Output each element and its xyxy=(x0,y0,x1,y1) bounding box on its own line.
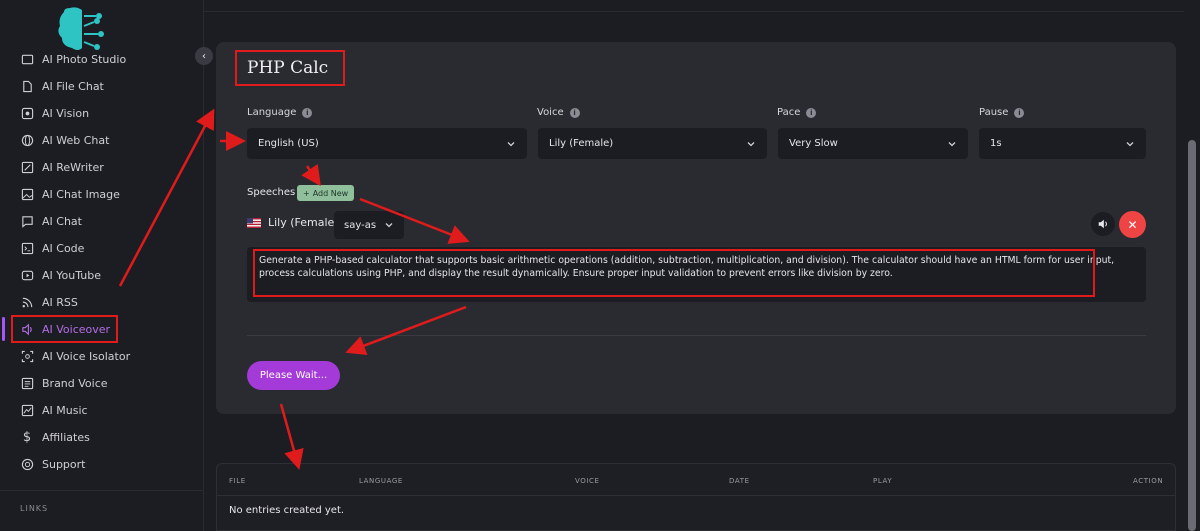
pace-label: Pace i xyxy=(777,107,817,118)
language-label: Language i xyxy=(247,107,313,118)
info-icon[interactable]: i xyxy=(302,107,313,118)
column-header-action: ACTION xyxy=(1133,477,1164,485)
support-icon xyxy=(20,457,34,471)
sidebar-item-label: AI Chat xyxy=(42,214,82,228)
page-title: PHP Calc xyxy=(235,50,345,86)
table-header-divider xyxy=(217,495,1175,496)
sidebar-item-ai-chat-image[interactable]: AI Chat Image xyxy=(20,183,120,205)
isolator-icon xyxy=(20,349,34,363)
dollar-icon: $ xyxy=(22,429,32,445)
sidebar-item-label: AI YouTube xyxy=(42,268,101,282)
column-header-date: DATE xyxy=(729,477,750,485)
volume-icon xyxy=(1098,219,1107,229)
code-icon xyxy=(20,241,34,255)
photo-icon xyxy=(20,52,34,66)
speaker-row: Lily (Female) xyxy=(247,216,339,229)
speaker-name: Lily (Female) xyxy=(268,216,339,229)
sidebar-item-label: AI Voice Isolator xyxy=(42,349,131,363)
entries-table xyxy=(216,463,1176,531)
globe-icon xyxy=(20,133,34,147)
sidebar-item-ai-photo-studio[interactable]: AI Photo Studio xyxy=(20,48,126,70)
voice-select[interactable]: Lily (Female) xyxy=(538,128,767,159)
chevron-down-icon xyxy=(507,141,515,146)
voice-label: Voice i xyxy=(537,107,580,118)
music-icon xyxy=(20,403,34,417)
sidebar-item-ai-web-chat[interactable]: AI Web Chat xyxy=(20,129,109,151)
add-new-button[interactable]: + Add New xyxy=(297,185,355,201)
info-icon[interactable]: i xyxy=(569,107,580,118)
sidebar-item-ai-file-chat[interactable]: AI File Chat xyxy=(20,75,104,97)
file-icon xyxy=(20,79,34,93)
eye-icon xyxy=(20,106,34,120)
brand-icon xyxy=(20,376,34,390)
image-icon xyxy=(20,187,34,201)
column-header-file: FILE xyxy=(229,477,246,485)
collapse-sidebar-button[interactable]: ‹ xyxy=(195,47,213,65)
chevron-down-icon xyxy=(948,141,956,146)
sidebar-item-label: AI Code xyxy=(42,241,85,255)
youtube-icon xyxy=(20,268,34,282)
annotation-box-textarea xyxy=(253,249,1095,297)
say-as-select[interactable]: say-as xyxy=(334,211,404,239)
sidebar-item-label: AI ReWriter xyxy=(42,160,104,174)
pause-label: Pause i xyxy=(979,107,1025,118)
language-select[interactable]: English (US) xyxy=(247,128,527,159)
annotation-box-voiceover xyxy=(11,315,118,343)
rss-icon xyxy=(20,295,34,309)
sidebar-item-label: AI Web Chat xyxy=(42,133,110,147)
preview-audio-button[interactable] xyxy=(1091,212,1115,236)
sidebar-item-ai-voice-isolator[interactable]: AI Voice Isolator xyxy=(20,345,130,367)
sidebar-item-label: Brand Voice xyxy=(42,376,108,390)
sidebar-item-brand-voice[interactable]: Brand Voice xyxy=(20,372,108,394)
sidebar: AI Photo Studio AI File Chat AI Vision A… xyxy=(0,0,204,531)
chevron-left-icon: ‹ xyxy=(202,50,206,62)
sidebar-item-ai-chat[interactable]: AI Chat xyxy=(20,210,82,232)
pace-select[interactable]: Very Slow xyxy=(778,128,968,159)
sidebar-item-label: Support xyxy=(42,457,86,471)
close-icon: ✕ xyxy=(1127,217,1138,232)
sidebar-item-ai-rss[interactable]: AI RSS xyxy=(20,291,78,313)
empty-table-message: No entries created yet. xyxy=(229,505,345,516)
chevron-down-icon xyxy=(747,141,755,146)
column-header-play: PLAY xyxy=(873,477,893,485)
sidebar-item-label: AI Photo Studio xyxy=(42,52,127,66)
generate-button[interactable]: Please Wait... xyxy=(247,361,340,390)
sidebar-item-support[interactable]: Support xyxy=(20,453,85,475)
active-indicator xyxy=(2,317,5,341)
remove-speech-button[interactable]: ✕ xyxy=(1119,211,1146,238)
us-flag-icon xyxy=(247,217,261,228)
column-header-language: LANGUAGE xyxy=(359,477,403,485)
links-section-label: LINKS xyxy=(20,504,49,513)
sidebar-item-label: AI Chat Image xyxy=(42,187,120,201)
sidebar-item-ai-music[interactable]: AI Music xyxy=(20,399,88,421)
sidebar-item-label: AI Music xyxy=(42,403,88,417)
column-header-voice: VOICE xyxy=(575,477,600,485)
scrollbar-thumb[interactable] xyxy=(1188,140,1196,531)
sidebar-item-label: AI File Chat xyxy=(42,79,104,93)
sidebar-divider xyxy=(0,490,204,491)
chevron-down-icon xyxy=(1126,141,1134,146)
sidebar-item-label: AI RSS xyxy=(42,295,78,309)
sidebar-item-ai-code[interactable]: AI Code xyxy=(20,237,84,259)
header-divider xyxy=(204,11,1184,12)
sidebar-item-ai-vision[interactable]: AI Vision xyxy=(20,102,89,124)
info-icon[interactable]: i xyxy=(806,107,817,118)
pen-icon xyxy=(20,160,34,174)
form-divider xyxy=(247,335,1146,336)
sidebar-item-label: Affiliates xyxy=(42,430,90,444)
pause-select[interactable]: 1s xyxy=(979,128,1146,159)
speeches-label: Speeches xyxy=(247,187,296,198)
sidebar-item-label: AI Vision xyxy=(42,106,90,120)
chat-icon xyxy=(20,214,34,228)
sidebar-item-ai-youtube[interactable]: AI YouTube xyxy=(20,264,101,286)
chevron-down-icon xyxy=(385,223,393,228)
sidebar-item-affiliates[interactable]: $ Affiliates xyxy=(20,426,90,448)
sidebar-item-ai-rewriter[interactable]: AI ReWriter xyxy=(20,156,104,178)
info-icon[interactable]: i xyxy=(1014,107,1025,118)
brain-logo-icon[interactable] xyxy=(54,4,108,54)
plus-icon: + xyxy=(303,188,310,198)
